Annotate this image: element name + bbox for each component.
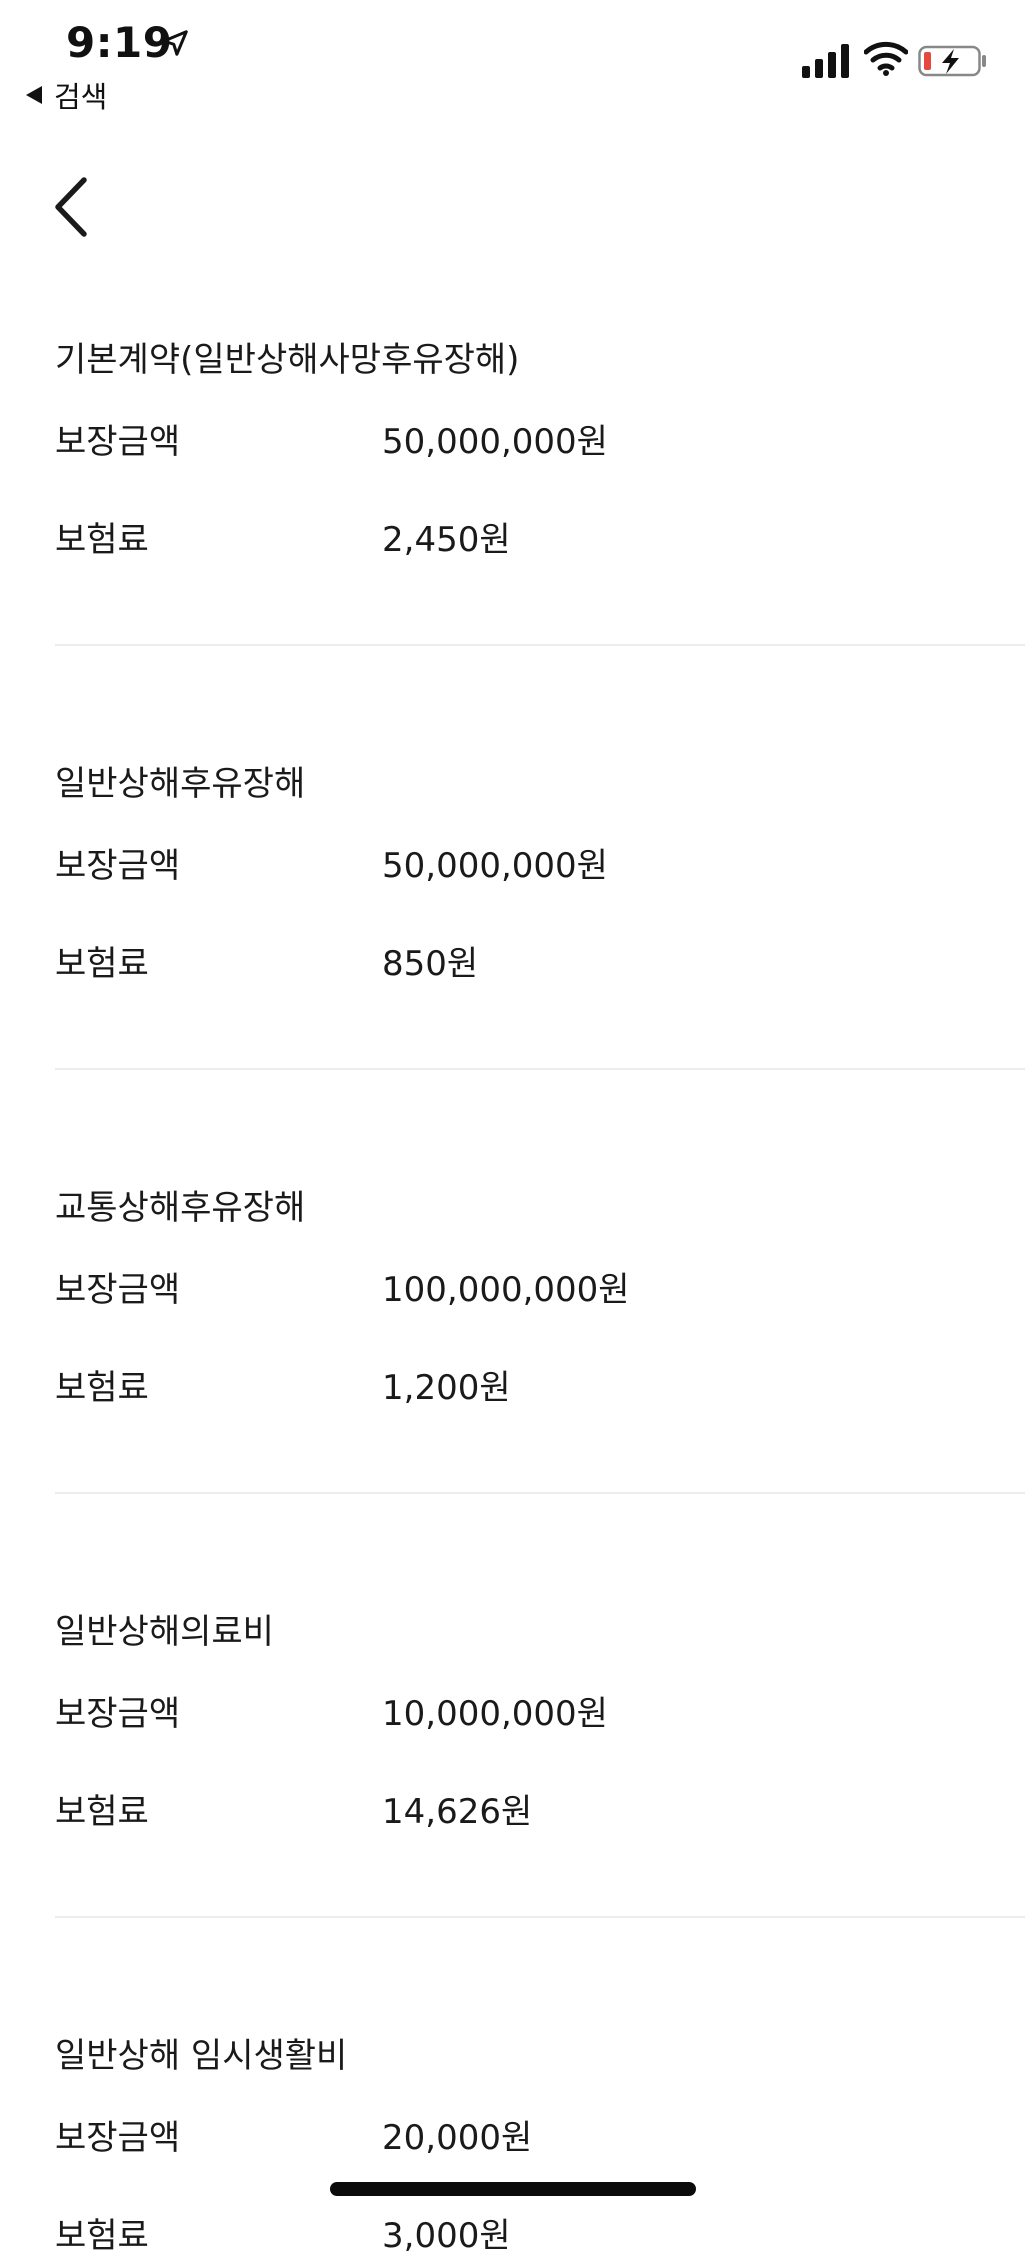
back-to-app-label: 검색 [54, 80, 108, 114]
back-triangle-icon [26, 86, 42, 104]
coverage-amount-label: 보장금액 [55, 1270, 181, 1310]
status-bar: 9:19 검색 [0, 0, 1025, 114]
premium-label: 보험료 [55, 944, 149, 984]
coverage-amount-label: 보장금액 [55, 2118, 181, 2158]
location-arrow-icon [162, 30, 188, 56]
divider [55, 1068, 1025, 1070]
premium-label: 보험료 [55, 1368, 149, 1408]
premium-label: 보험료 [55, 520, 149, 560]
divider [55, 1916, 1025, 1918]
coverage-amount-value: 20,000원 [382, 2118, 533, 2158]
back-to-app-link[interactable]: 검색 [26, 74, 107, 116]
cellular-signal-icon [802, 44, 849, 78]
divider [55, 644, 1025, 646]
premium-value: 1,200원 [382, 1368, 511, 1408]
premium-label: 보험료 [55, 1792, 149, 1832]
coverage-amount-label: 보장금액 [55, 846, 181, 886]
section-title: 기본계약(일반상해사망후유장해) [55, 340, 520, 380]
section-title: 일반상해의료비 [55, 1612, 274, 1652]
coverage-amount-value: 10,000,000원 [382, 1694, 608, 1734]
coverage-amount-value: 50,000,000원 [382, 846, 608, 886]
section-title: 일반상해후유장해 [55, 764, 306, 804]
section-title: 일반상해 임시생활비 [55, 2036, 348, 2076]
premium-value: 850원 [382, 944, 479, 984]
home-indicator[interactable] [330, 2182, 696, 2196]
divider [55, 1492, 1025, 1494]
premium-value: 2,450원 [382, 520, 511, 560]
premium-value: 14,626원 [382, 1792, 533, 1832]
premium-label: 보험료 [55, 2216, 149, 2256]
premium-value: 3,000원 [382, 2216, 511, 2256]
coverage-amount-label: 보장금액 [55, 422, 181, 462]
coverage-amount-value: 50,000,000원 [382, 422, 608, 462]
wifi-icon [864, 41, 908, 76]
battery-charging-icon [918, 45, 986, 77]
section-title: 교통상해후유장해 [55, 1188, 306, 1228]
status-time: 9:19 [66, 18, 173, 67]
back-arrow-icon[interactable] [48, 172, 98, 242]
coverage-amount-value: 100,000,000원 [382, 1270, 630, 1310]
coverage-amount-label: 보장금액 [55, 1694, 181, 1734]
